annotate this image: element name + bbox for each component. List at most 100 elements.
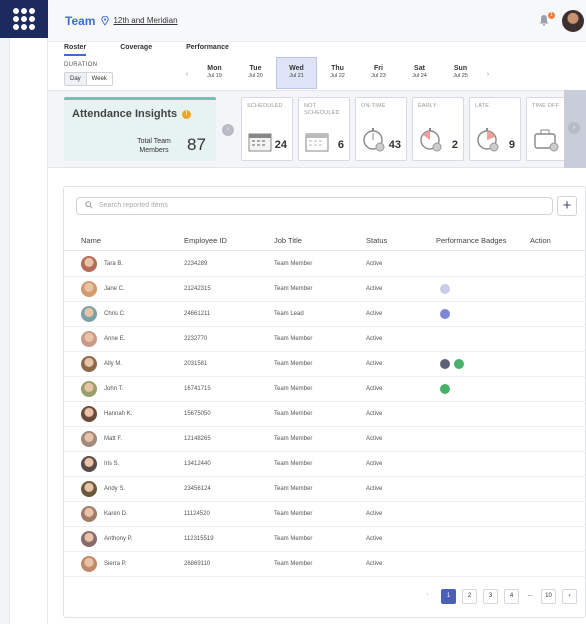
- job-title: Team Member: [274, 511, 313, 517]
- table-row[interactable]: Ally M. 2031581 Team Member Active: [64, 352, 586, 377]
- col-job-title[interactable]: Job Title: [274, 236, 302, 245]
- performance-badge-icon[interactable]: [440, 284, 450, 294]
- table-row[interactable]: Sierra P. 26869110 Team Member Active: [64, 552, 586, 577]
- employee-name[interactable]: Tara B.: [104, 261, 123, 267]
- tab-coverage[interactable]: Coverage: [120, 44, 152, 56]
- table-row[interactable]: Anne E. 2232770 Team Member Active: [64, 327, 586, 352]
- employee-id: 112315519: [184, 536, 214, 542]
- employee-id: 21242315: [184, 286, 211, 292]
- day-tue[interactable]: Tue Jul 20: [235, 57, 276, 89]
- status-text: Active: [366, 286, 383, 292]
- page-4-button[interactable]: 4: [504, 589, 519, 604]
- table-header: Name Employee ID Job Title Status Perfor…: [64, 229, 586, 251]
- employee-name[interactable]: Hannah K.: [104, 411, 132, 417]
- performance-badge-icon[interactable]: [440, 359, 450, 369]
- duration-day-button[interactable]: Day: [65, 73, 87, 85]
- prev-day-arrow-icon[interactable]: ‹: [180, 69, 194, 78]
- table-row[interactable]: Iris S. 13412440 Team Member Active: [64, 452, 586, 477]
- job-title: Team Member: [274, 411, 313, 417]
- table-row[interactable]: Matt F. 12148265 Team Member Active: [64, 427, 586, 452]
- view-tabs: Roster Coverage Performance: [64, 44, 263, 56]
- info-icon[interactable]: !: [182, 110, 191, 119]
- performance-badge-icon[interactable]: [440, 384, 450, 394]
- employee-name[interactable]: Anthony P.: [104, 536, 133, 542]
- performance-badge-icon[interactable]: [454, 359, 464, 369]
- employee-name[interactable]: Andy S.: [104, 486, 125, 492]
- employee-name[interactable]: Sierra P.: [104, 561, 127, 567]
- col-performance-badges[interactable]: Performance Badges: [436, 236, 506, 245]
- table-row[interactable]: Jane C. 21242315 Team Member Active: [64, 277, 586, 302]
- avatar: [81, 281, 97, 297]
- employee-name[interactable]: Matt F.: [104, 436, 122, 442]
- calendar-empty-icon: [305, 133, 329, 152]
- duration-toggle: Day Week: [64, 72, 113, 86]
- col-status[interactable]: Status: [366, 236, 387, 245]
- employee-name[interactable]: Karen D.: [104, 511, 128, 517]
- day-wed[interactable]: Wed Jul 21: [276, 57, 317, 89]
- avatar: [81, 381, 97, 397]
- status-text: Active: [366, 361, 383, 367]
- avatar: [81, 431, 97, 447]
- table-row[interactable]: Tara B. 2234289 Team Member Active: [64, 252, 586, 277]
- page-10-button[interactable]: 10: [541, 589, 556, 604]
- stat-on-time[interactable]: ON-TIME 43: [355, 97, 407, 161]
- page-1-button[interactable]: 1: [441, 589, 456, 604]
- duration-week-button[interactable]: Week: [86, 73, 112, 85]
- stats-next-icon[interactable]: ›: [568, 122, 580, 134]
- col-name[interactable]: Name: [81, 236, 101, 245]
- job-title: Team Lead: [274, 311, 304, 317]
- employee-name[interactable]: Jane C.: [104, 286, 125, 292]
- tab-performance[interactable]: Performance: [186, 44, 229, 56]
- suitcase-icon: [534, 129, 559, 152]
- status-text: Active: [366, 511, 383, 517]
- employee-name[interactable]: Iris S.: [104, 461, 119, 467]
- pagination-ellipsis: ...: [525, 589, 535, 604]
- next-page-button[interactable]: ›: [562, 589, 577, 604]
- status-text: Active: [366, 411, 383, 417]
- col-employee-id[interactable]: Employee ID: [184, 236, 227, 245]
- user-avatar[interactable]: [562, 10, 584, 32]
- employee-id: 11124520: [184, 511, 210, 517]
- page-title: Team: [65, 13, 96, 28]
- location-link[interactable]: 12th and Meridian: [113, 16, 177, 25]
- notification-count-badge: 1: [548, 12, 555, 19]
- stats-prev-icon[interactable]: ‹: [222, 124, 234, 136]
- table-row[interactable]: Hannah K. 15675050 Team Member Active: [64, 402, 586, 427]
- app-menu-icon[interactable]: [0, 0, 48, 38]
- performance-badge-icon[interactable]: [440, 309, 450, 319]
- job-title: Team Member: [274, 486, 313, 492]
- status-text: Active: [366, 336, 383, 342]
- stat-early[interactable]: EARLY 2: [412, 97, 464, 161]
- table-row[interactable]: Anthony P. 112315519 Team Member Active: [64, 527, 586, 552]
- employee-name[interactable]: Ally M.: [104, 361, 122, 367]
- prev-page-button[interactable]: ‹: [420, 589, 435, 604]
- day-sun[interactable]: Sun Jul 25: [440, 57, 481, 89]
- table-row[interactable]: John T. 16741715 Team Member Active: [64, 377, 586, 402]
- stopwatch-early-icon: [420, 128, 442, 152]
- employee-name[interactable]: Anne E.: [104, 336, 125, 342]
- table-row[interactable]: Karen D. 11124520 Team Member Active: [64, 502, 586, 527]
- employee-name[interactable]: Chris C.: [104, 311, 126, 317]
- table-row[interactable]: Chris C. 24661211 Team Lead Active: [64, 302, 586, 327]
- stopwatch-late-icon: [477, 128, 499, 152]
- table-row[interactable]: Andy S. 23456124 Team Member Active: [64, 477, 586, 502]
- employee-id: 15675050: [184, 411, 211, 417]
- tab-roster[interactable]: Roster: [64, 44, 87, 56]
- day-thu[interactable]: Thu Jul 22: [317, 57, 358, 89]
- stat-scheduled[interactable]: SCHEDULED 24: [241, 97, 293, 161]
- next-day-arrow-icon[interactable]: ›: [481, 69, 495, 78]
- page-2-button[interactable]: 2: [462, 589, 477, 604]
- employee-id: 13412440: [184, 461, 211, 467]
- page-3-button[interactable]: 3: [483, 589, 498, 604]
- stat-not-scheduled[interactable]: NOT SCHEDULED 6: [298, 97, 350, 161]
- collapsed-sidebar: [0, 38, 10, 624]
- add-button[interactable]: +: [557, 196, 577, 216]
- avatar: [81, 331, 97, 347]
- day-mon[interactable]: Mon Jul 19: [194, 57, 235, 89]
- stopwatch-icon: [363, 128, 385, 152]
- stat-late[interactable]: LATE 9: [469, 97, 521, 161]
- employee-name[interactable]: John T.: [104, 386, 123, 392]
- search-input[interactable]: Search reported items: [76, 197, 553, 215]
- day-sat[interactable]: Sat Jul 24: [399, 57, 440, 89]
- day-fri[interactable]: Fri Jul 23: [358, 57, 399, 89]
